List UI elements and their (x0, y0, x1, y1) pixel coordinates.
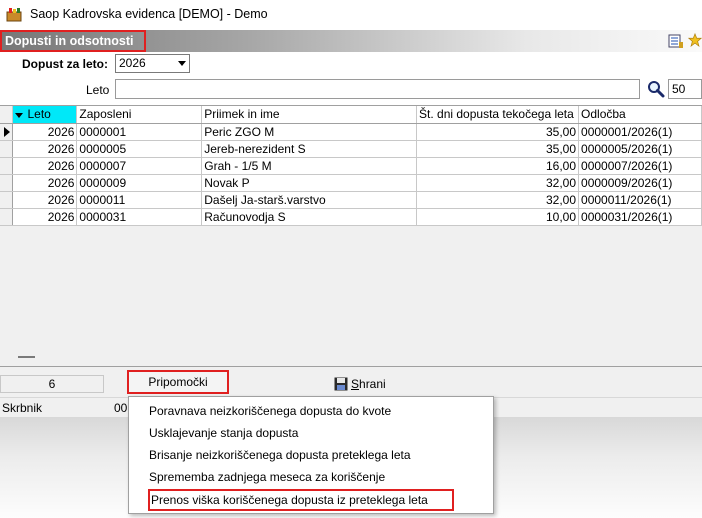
menu-item-prenos[interactable]: Prenos viška koriščenega dopusta iz pret… (148, 489, 454, 511)
section-title: Dopusti in odsotnosti (0, 30, 146, 52)
title-bar: Saop Kadrovska evidenca [DEMO] - Demo (0, 0, 702, 30)
list-settings-icon[interactable] (668, 33, 684, 49)
tools-dropdown-menu: Poravnava neizkoriščenega dopusta do kvo… (128, 396, 494, 514)
floppy-disk-icon (334, 377, 348, 391)
cell-priimek-in-ime[interactable]: Grah - 1/5 M (201, 157, 418, 175)
cell-priimek-in-ime[interactable]: Novak P (201, 174, 418, 192)
favorite-star-icon[interactable] (688, 32, 702, 48)
cell-odlocba[interactable]: 0000001/2026(1) (578, 123, 702, 141)
cell-st-dni[interactable]: 32,00 (416, 174, 580, 192)
cell-priimek-in-ime[interactable]: Jereb-nerezident S (201, 140, 418, 158)
cell-zaposleni[interactable]: 0000007 (76, 157, 203, 175)
cell-priimek-in-ime[interactable]: Dašelj Ja-starš.varstvo (201, 191, 418, 209)
row-indicator (0, 174, 14, 192)
menu-item-brisanje[interactable]: Brisanje neizkoriščenega dopusta pretekl… (149, 444, 411, 466)
column-header-priimek-in-ime[interactable]: Priimek in ime (201, 106, 418, 124)
current-row-icon (4, 126, 10, 137)
section-header: Dopusti in odsotnosti (0, 30, 702, 52)
menu-item-sprememba[interactable]: Sprememba zadnjega meseca za koriščenje (149, 466, 385, 488)
cell-zaposleni[interactable]: 0000009 (76, 174, 203, 192)
tools-button[interactable]: Pripomočki (127, 370, 229, 394)
year-select-value: 2026 (119, 56, 146, 70)
cell-leto[interactable]: 2026 (12, 157, 78, 175)
cell-st-dni[interactable]: 32,00 (416, 191, 580, 209)
cell-leto[interactable]: 2026 (12, 123, 78, 141)
row-indicator (0, 191, 14, 209)
sort-desc-icon (15, 112, 24, 118)
record-count: 6 (0, 375, 104, 393)
cell-priimek-in-ime[interactable]: Peric ZGO M (201, 123, 418, 141)
table-header-row: Leto Zaposleni Priimek in ime Št. dni do… (0, 106, 702, 124)
column-header-leto[interactable]: Leto (12, 106, 78, 124)
column-header-odlocba[interactable]: Odločba (578, 106, 702, 124)
row-indicator (0, 123, 14, 141)
cell-leto[interactable]: 2026 (12, 140, 78, 158)
table-row[interactable]: 2026 0000007 Grah - 1/5 M 16,00 0000007/… (0, 157, 702, 175)
cell-zaposleni[interactable]: 0000031 (76, 208, 203, 226)
table-row[interactable]: 2026 0000009 Novak P 32,00 0000009/2026(… (0, 174, 702, 192)
cell-st-dni[interactable]: 35,00 (416, 123, 580, 141)
cell-st-dni[interactable]: 16,00 (416, 157, 580, 175)
table-row[interactable]: 2026 0000005 Jereb-nerezident S 35,00 00… (0, 140, 702, 158)
filter-form: Dopust za leto: 2026 Leto 50 (0, 52, 702, 105)
menu-item-usklajevanje[interactable]: Usklajevanje stanja dopusta (149, 422, 298, 444)
menu-item-poravnava[interactable]: Poravnava neizkoriščenega dopusta do kvo… (149, 400, 391, 422)
cell-odlocba[interactable]: 0000007/2026(1) (578, 157, 702, 175)
app-icon (6, 8, 22, 22)
column-header-zaposleni[interactable]: Zaposleni (76, 106, 203, 124)
leto-filter-input[interactable] (115, 79, 640, 99)
column-header-st-dni[interactable]: Št. dni dopusta tekočega leta (416, 106, 580, 124)
window-title: Saop Kadrovska evidenca [DEMO] - Demo (30, 7, 268, 21)
cell-odlocba[interactable]: 0000031/2026(1) (578, 208, 702, 226)
row-indicator (0, 157, 14, 175)
cell-st-dni[interactable]: 35,00 (416, 140, 580, 158)
cell-leto[interactable]: 2026 (12, 208, 78, 226)
row-indicator (0, 208, 14, 226)
status-user-label: Skrbnik (2, 401, 43, 415)
save-label: hrani (359, 377, 386, 391)
table-row[interactable]: 2026 0000031 Računovodja S 10,00 0000031… (0, 208, 702, 226)
cell-zaposleni[interactable]: 0000005 (76, 140, 203, 158)
save-accelerator: S (351, 377, 360, 391)
cell-zaposleni[interactable]: 0000001 (76, 123, 203, 141)
cell-odlocba[interactable]: 0000009/2026(1) (578, 174, 702, 192)
data-grid: Leto Zaposleni Priimek in ime Št. dni do… (0, 105, 702, 367)
table-row[interactable]: 2026 0000011 Dašelj Ja-starš.varstvo 32,… (0, 191, 702, 209)
bottom-toolbar: 6 Pripomočki Shrani (0, 367, 702, 397)
cell-leto[interactable]: 2026 (12, 191, 78, 209)
save-button[interactable]: Shrani (334, 376, 386, 392)
page-size-input[interactable]: 50 (668, 79, 702, 99)
search-icon[interactable] (647, 80, 665, 98)
cell-leto[interactable]: 2026 (12, 174, 78, 192)
cell-odlocba[interactable]: 0000011/2026(1) (578, 191, 702, 209)
cell-st-dni[interactable]: 10,00 (416, 208, 580, 226)
leto-label: Leto (86, 83, 110, 97)
cell-zaposleni[interactable]: 0000011 (76, 191, 203, 209)
chevron-down-icon (178, 61, 186, 66)
row-indicator (0, 140, 14, 158)
year-label: Dopust za leto: (22, 57, 108, 71)
vacation-table: Leto Zaposleni Priimek in ime Št. dni do… (0, 106, 702, 226)
row-indicator-header (0, 106, 14, 124)
table-row[interactable]: 2026 0000001 Peric ZGO M 35,00 0000001/2… (0, 123, 702, 141)
cell-odlocba[interactable]: 0000005/2026(1) (578, 140, 702, 158)
year-select[interactable]: 2026 (115, 54, 190, 73)
grid-splitter-handle[interactable] (18, 356, 35, 358)
cell-priimek-in-ime[interactable]: Računovodja S (201, 208, 418, 226)
